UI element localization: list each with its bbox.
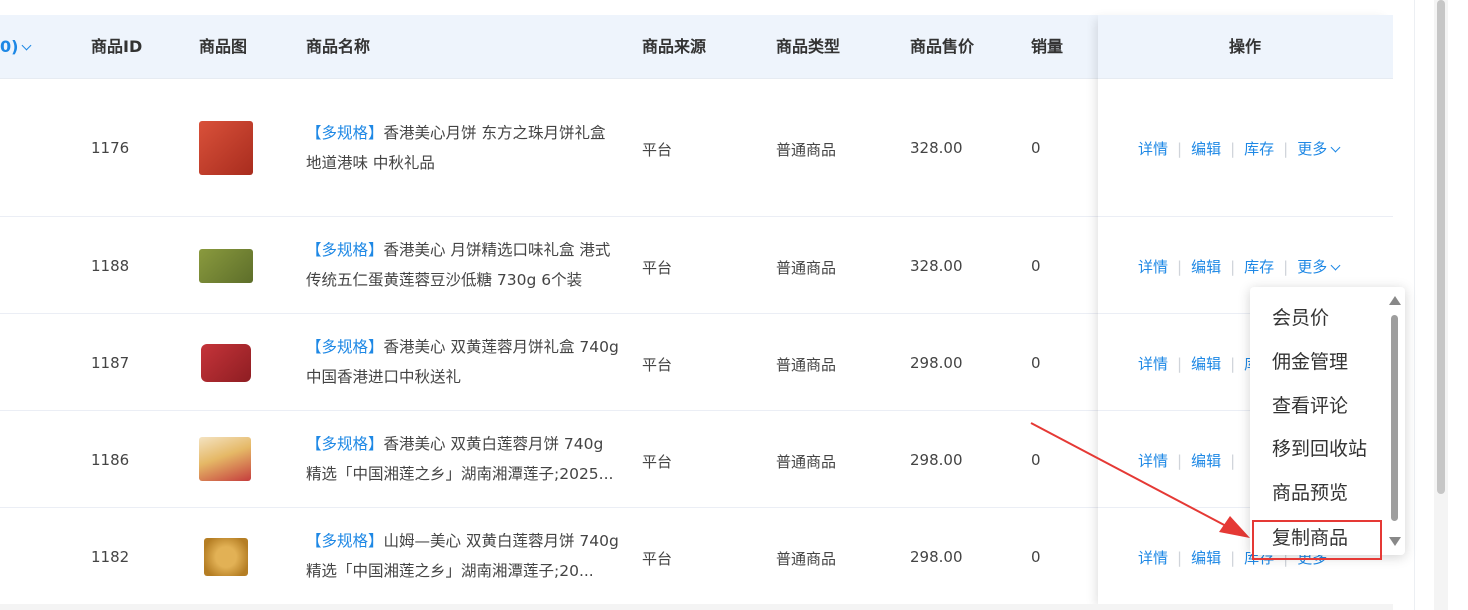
menu-item-commission[interactable]: 佣金管理 (1272, 347, 1348, 374)
menu-item-member-price[interactable]: 会员价 (1272, 303, 1329, 330)
dropdown-scrollbar-thumb[interactable] (1391, 315, 1398, 521)
scroll-up-arrow-icon[interactable] (1389, 296, 1401, 305)
menu-item-move-to-recycle-bin[interactable]: 移到回收站 (1272, 434, 1367, 461)
menu-item-view-reviews[interactable]: 查看评论 (1272, 391, 1348, 418)
menu-item-preview[interactable]: 商品预览 (1272, 478, 1348, 505)
scroll-down-arrow-icon[interactable] (1389, 537, 1401, 546)
annotation-arrow-icon (1030, 422, 1250, 538)
more-actions-dropdown: 会员价 佣金管理 查看评论 移到回收站 商品预览 复制商品 (1250, 287, 1405, 555)
annotation-highlight-box (1252, 520, 1382, 560)
